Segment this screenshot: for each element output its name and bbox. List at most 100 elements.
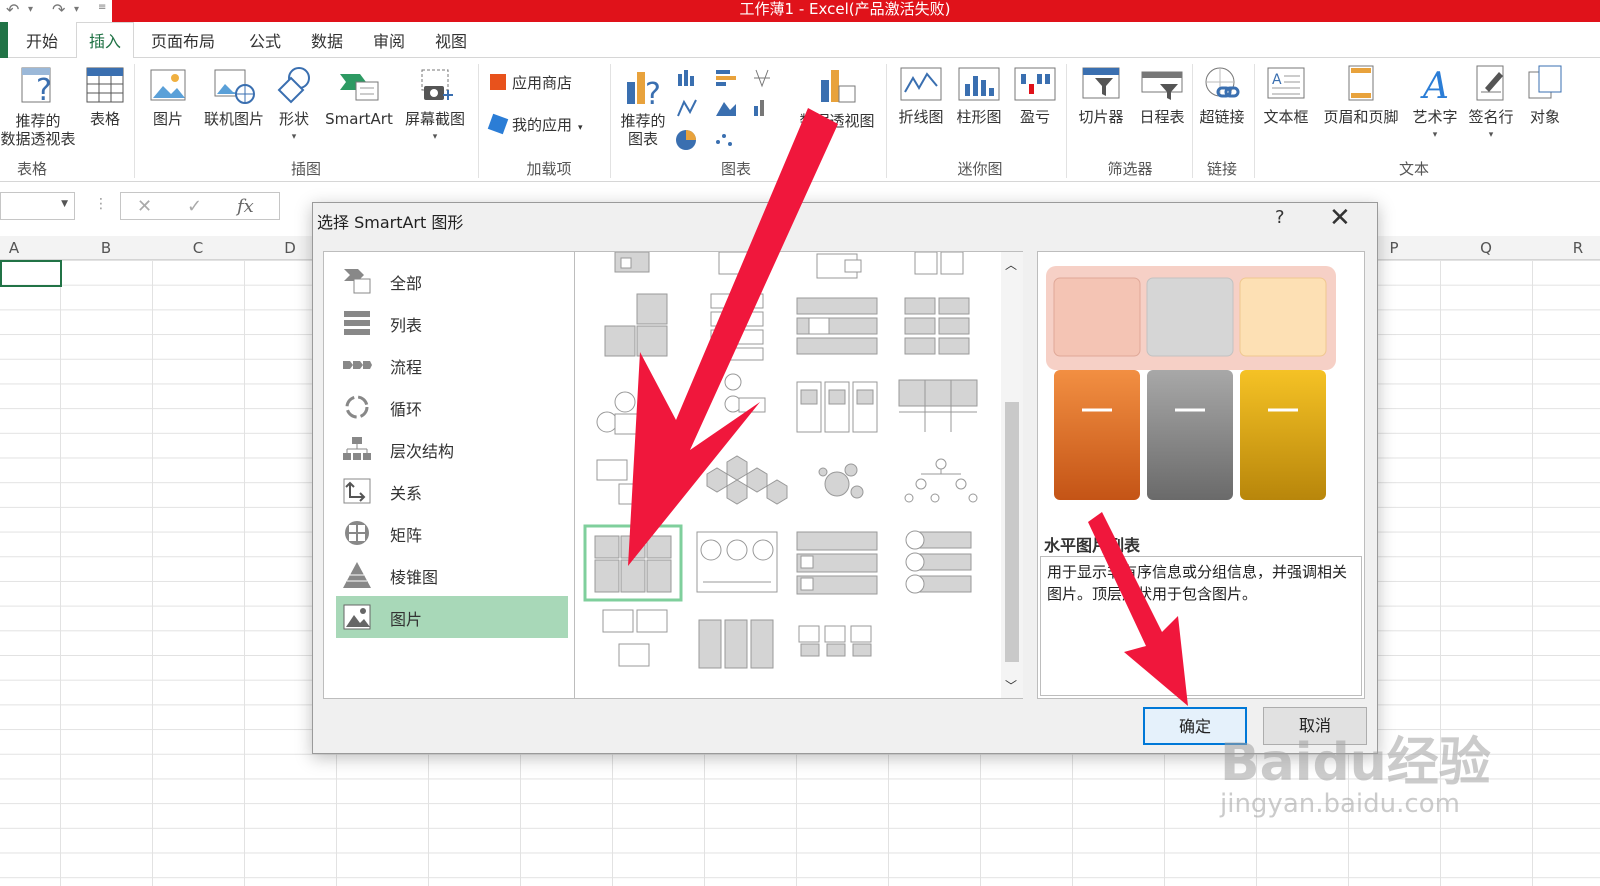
store-button[interactable]: 应用商店 [490, 74, 572, 92]
recommended-charts-button[interactable]: ? 推荐的 图表 [614, 64, 672, 148]
layout-thumb[interactable] [718, 251, 750, 275]
tab-review[interactable]: 审阅 [373, 28, 405, 52]
scroll-up-icon[interactable]: ︿ [1005, 256, 1017, 273]
hyperlink-label: 超链接 [1199, 108, 1245, 126]
category-cycle[interactable]: 循环 [336, 386, 568, 428]
column-header-r[interactable]: R [1532, 239, 1600, 257]
group-addins-label: 加载项 [526, 160, 572, 178]
category-picture[interactable]: 图片 [336, 596, 568, 638]
column-header-q[interactable]: Q [1440, 239, 1532, 257]
enter-icon[interactable]: ✓ [187, 196, 202, 217]
layout-thumb[interactable] [798, 625, 872, 657]
screenshot-icon [421, 69, 453, 100]
timeline-button[interactable]: 日程表 [1134, 64, 1190, 126]
category-list: 全部 列表 流程 循环 层次结构 关系 矩阵 棱锥图 图片 [323, 251, 575, 699]
layout-thumb[interactable] [614, 251, 650, 273]
category-matrix[interactable]: 矩阵 [336, 512, 568, 554]
store-icon [490, 74, 506, 90]
layout-thumb[interactable] [914, 251, 964, 275]
cancel-icon[interactable]: ✕ [137, 196, 152, 217]
my-apps-button[interactable]: 我的应用 ▾ [487, 113, 583, 137]
layout-thumb[interactable] [905, 530, 972, 594]
winloss-sparkline-button[interactable]: 盈亏 [1010, 64, 1060, 126]
column-header-c[interactable]: C [152, 239, 244, 257]
name-box[interactable]: ▼ [0, 192, 75, 220]
layout-thumb[interactable] [796, 381, 878, 433]
layout-thumb[interactable] [898, 379, 978, 432]
layout-thumb-selected[interactable] [583, 524, 683, 602]
slicer-button[interactable]: 切片器 [1072, 64, 1130, 126]
file-tab-edge[interactable] [0, 22, 8, 58]
layout-scrollbar[interactable]: ︿ ﹀ [1001, 252, 1023, 698]
layout-thumb[interactable] [698, 619, 774, 669]
tab-insert[interactable]: 插入 [76, 22, 135, 59]
tab-formulas[interactable]: 公式 [249, 28, 281, 52]
recommended-pivot-button[interactable]: ? 推荐的 数据透视表 [0, 64, 76, 148]
header-footer-button[interactable]: 页眉和页脚 [1316, 64, 1406, 126]
scroll-down-icon[interactable]: ﹀ [1005, 677, 1017, 694]
smartart-button[interactable]: SmartArt [320, 64, 398, 128]
layout-thumb[interactable] [904, 297, 970, 355]
wordart-button[interactable]: A 艺术字 ▾ [1408, 64, 1462, 144]
column-sparkline-button[interactable]: 柱形图 [952, 64, 1006, 126]
insert-function-icon[interactable]: fx [237, 196, 254, 217]
shapes-button[interactable]: 形状 ▾ [272, 64, 316, 146]
layout-thumb[interactable] [818, 463, 864, 499]
svg-text:?: ? [36, 73, 52, 108]
category-process[interactable]: 流程 [336, 344, 568, 386]
watermark-logo-text: Baidu经验 [1220, 733, 1491, 793]
layout-thumb[interactable] [596, 459, 640, 505]
layout-thumb[interactable] [796, 297, 878, 355]
object-button[interactable]: 对象 [1520, 64, 1570, 126]
category-list-type[interactable]: 列表 [336, 302, 568, 344]
layout-thumb[interactable] [696, 531, 778, 593]
scroll-thumb[interactable] [1005, 402, 1019, 662]
column-header-a[interactable]: A [0, 239, 60, 257]
my-apps-icon [487, 113, 509, 135]
table-label: 表格 [89, 110, 120, 128]
tab-data[interactable]: 数据 [311, 28, 343, 52]
wordart-icon: A [1420, 66, 1449, 104]
tab-home[interactable]: 开始 [26, 28, 58, 52]
category-hierarchy[interactable]: 层次结构 [336, 428, 568, 470]
table-button[interactable]: 表格 [80, 64, 130, 128]
layout-thumb[interactable] [596, 391, 656, 435]
tab-view[interactable]: 视图 [435, 28, 467, 52]
tab-page-layout[interactable]: 页面布局 [151, 28, 215, 52]
category-relationship[interactable]: 关系 [336, 470, 568, 512]
layout-thumb[interactable] [724, 373, 766, 413]
header-footer-label: 页眉和页脚 [1323, 108, 1399, 126]
online-picture-button[interactable]: 联机图片 [198, 64, 270, 128]
picture-button[interactable]: 图片 [144, 64, 192, 128]
pivot-chart-button[interactable]: 数据透视图 [796, 64, 878, 130]
cycle-category-icon [345, 395, 369, 419]
layout-thumb[interactable] [706, 455, 788, 505]
selected-cell-a1[interactable] [0, 260, 62, 287]
picture-category-icon [343, 604, 371, 630]
close-icon[interactable]: ✕ [1329, 203, 1351, 233]
help-icon[interactable]: ? [1275, 207, 1285, 228]
line-sparkline-label: 折线图 [898, 108, 944, 126]
layout-thumb[interactable] [904, 458, 978, 503]
layout-thumb[interactable] [796, 531, 878, 595]
winloss-sparkline-icon [1014, 67, 1056, 101]
screenshot-button[interactable]: 屏幕截图 ▾ [398, 64, 472, 146]
ribbon-separator [134, 64, 135, 178]
layout-thumb[interactable] [604, 293, 668, 357]
category-pyramid[interactable]: 棱锥图 [336, 554, 568, 596]
svg-text:?: ? [645, 77, 661, 108]
line-sparkline-button[interactable]: 折线图 [894, 64, 948, 126]
layout-thumb[interactable] [816, 253, 862, 279]
chevron-down-icon: ▼ [61, 199, 68, 209]
layout-thumb[interactable] [710, 293, 764, 361]
chart-types-icon[interactable] [676, 66, 796, 156]
hyperlink-button[interactable]: 超链接 [1194, 64, 1250, 126]
layout-thumb[interactable] [602, 609, 668, 667]
column-header-b[interactable]: B [60, 239, 152, 257]
category-all[interactable]: 全部 [336, 260, 568, 302]
preview-pane: 水平图片列表 用于显示非有序信息或分组信息，并强调相关图片。顶层形状用于包含图片… [1037, 251, 1365, 699]
signature-line-button[interactable]: 签名行 ▾ [1464, 64, 1518, 144]
shapes-dropdown-icon: ▾ [291, 132, 297, 142]
textbox-button[interactable]: A 文本框 [1258, 64, 1314, 126]
store-label: 应用商店 [512, 74, 573, 92]
